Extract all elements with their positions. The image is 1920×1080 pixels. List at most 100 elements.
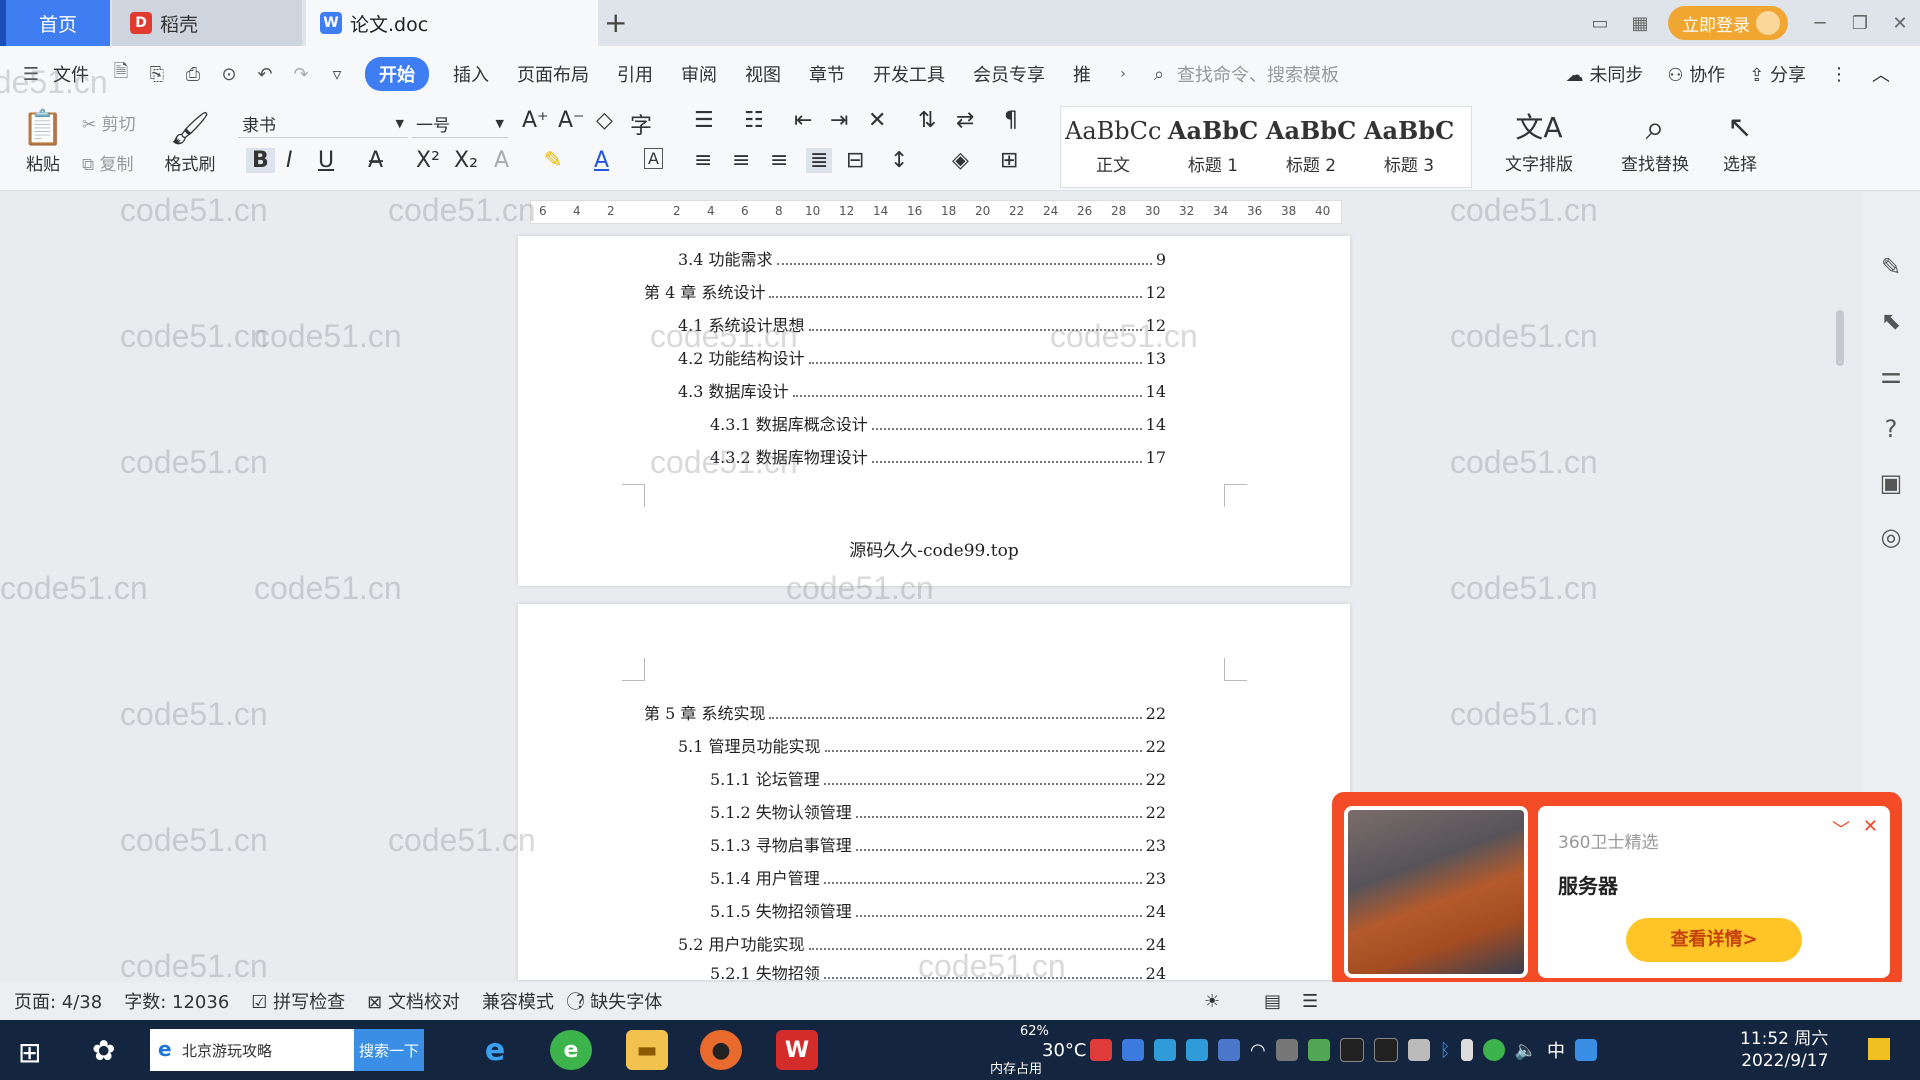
outline-view-icon[interactable]: ☰: [1302, 991, 1318, 1012]
tab-document[interactable]: W 论文.doc: [306, 0, 598, 46]
export-icon[interactable]: ⎘: [144, 61, 170, 87]
redo-icon[interactable]: ↷: [288, 61, 314, 87]
phonetic-guide-icon[interactable]: 字: [630, 108, 652, 140]
toc-entry[interactable]: 5.2 用户功能实现 24: [678, 931, 1166, 961]
file-explorer-icon[interactable]: ▬: [626, 1030, 668, 1070]
borders-icon[interactable]: ⊞: [1000, 148, 1018, 173]
app-360-icon[interactable]: ✿: [92, 1034, 115, 1067]
bluetooth-icon[interactable]: ᛒ: [1440, 1040, 1451, 1061]
volume-icon[interactable]: 🔈: [1515, 1040, 1537, 1061]
document-page[interactable]: 3.4 功能需求 9 第 4 章 系统设计 12 4.1 系统设计思想 12 4.2 …: [518, 236, 1350, 586]
format-painter-button[interactable]: 🖌 格式刷: [160, 106, 220, 175]
collaborate-button[interactable]: ⚇ 协作: [1667, 61, 1725, 87]
chevron-down-icon[interactable]: ﹀: [1832, 816, 1850, 842]
highlight-icon[interactable]: ✎: [544, 148, 562, 173]
show-marks-icon[interactable]: ¶: [1004, 108, 1018, 133]
spell-check-button[interactable]: ☑ 拼写检查: [251, 988, 345, 1014]
page-indicator[interactable]: 页面: 4/38: [14, 988, 102, 1014]
promo-image[interactable]: [1344, 806, 1528, 978]
promo-details-button[interactable]: 查看详情>: [1626, 918, 1802, 962]
minimize-icon[interactable]: ─: [1800, 0, 1840, 46]
menu-page-layout[interactable]: 页面布局: [503, 61, 603, 87]
style-heading-2[interactable]: AaBbC 标题 2: [1263, 111, 1359, 183]
tab-daoke[interactable]: D 稻壳: [112, 0, 302, 46]
toc-entry[interactable]: 5.2.1 失物招领 24: [710, 960, 1166, 980]
line-spacing-icon[interactable]: ↕: [890, 148, 908, 173]
copy-button[interactable]: ⧉ 复制: [82, 150, 134, 175]
toc-entry[interactable]: 4.3.2 数据库物理设计 17: [710, 444, 1166, 474]
tab-home[interactable]: 首页: [0, 0, 110, 46]
taskbar-search-button[interactable]: 搜索一下: [354, 1029, 424, 1071]
style-heading-1[interactable]: AaBbC 标题 1: [1165, 111, 1261, 183]
sync-status[interactable]: ☁ 未同步: [1566, 61, 1644, 87]
style-normal[interactable]: AaBbCcI 正文: [1065, 111, 1161, 183]
page-view-icon[interactable]: ▤: [1264, 991, 1281, 1012]
menu-file[interactable]: 文件: [49, 61, 103, 87]
toc-entry[interactable]: 4.2 功能结构设计 13: [678, 345, 1166, 375]
eye-protect-icon[interactable]: ☀: [1204, 991, 1220, 1012]
toc-entry[interactable]: 第 4 章 系统设计 12: [644, 279, 1166, 309]
menu-insert[interactable]: 插入: [439, 61, 503, 87]
tray-app-icon[interactable]: [1122, 1039, 1144, 1061]
hamburger-menu-icon[interactable]: ☰: [18, 61, 44, 87]
align-center-icon[interactable]: ≡: [732, 148, 750, 173]
share-button[interactable]: ⇪ 分享: [1749, 61, 1806, 87]
shrink-font-icon[interactable]: A⁻: [558, 108, 585, 133]
media-app-icon[interactable]: ●: [700, 1030, 742, 1070]
select-button[interactable]: ↖ 选择: [1710, 106, 1770, 175]
ime-indicator[interactable]: 中: [1547, 1037, 1565, 1063]
wps-icon[interactable]: W: [776, 1030, 818, 1070]
horizontal-ruler[interactable]: 6 4 2 2 4 6 8 10 12 14 16 18 20 22 24 26…: [0, 192, 1920, 230]
undo-icon[interactable]: ↶: [252, 61, 278, 87]
tray-app-icon[interactable]: [1574, 1039, 1597, 1061]
close-icon[interactable]: ✕: [1880, 0, 1920, 46]
shading-icon[interactable]: ◈: [952, 148, 969, 173]
wifi-icon[interactable]: ◠: [1250, 1040, 1266, 1061]
font-family-select[interactable]: 隶书 ▼: [238, 110, 408, 138]
text-direction-icon[interactable]: ⇄: [956, 108, 974, 133]
toc-entry[interactable]: 3.4 功能需求 9: [678, 246, 1166, 276]
360-browser-icon[interactable]: e: [550, 1030, 592, 1070]
notification-icon[interactable]: [1868, 1038, 1890, 1060]
bullet-list-icon[interactable]: ☰: [694, 108, 714, 133]
grow-font-icon[interactable]: A⁺: [522, 108, 549, 133]
char-border-icon[interactable]: A: [644, 148, 663, 169]
scrollbar-thumb[interactable]: [1836, 310, 1844, 366]
align-left-icon[interactable]: ≡: [694, 148, 712, 173]
qq-icon[interactable]: [1339, 1038, 1364, 1062]
text-effect-icon[interactable]: A: [494, 148, 509, 173]
text-layout-button[interactable]: 文A 文字排版: [1494, 106, 1584, 175]
document-page[interactable]: 第 5 章 系统实现 22 5.1 管理员功能实现 22 5.1.1 论坛管理 22 …: [518, 604, 1350, 980]
help-icon[interactable]: ?: [1862, 402, 1920, 456]
toc-entry[interactable]: 4.3 数据库设计 14: [678, 378, 1166, 408]
toc-entry[interactable]: 5.1.1 论坛管理 22: [710, 766, 1166, 796]
image-tool-icon[interactable]: ▣: [1862, 456, 1920, 510]
sliders-icon[interactable]: ⚌: [1862, 348, 1920, 402]
toc-entry[interactable]: 5.1.3 寻物启事管理 23: [710, 832, 1166, 862]
save-icon[interactable]: 🗎: [108, 61, 134, 87]
print-preview-icon[interactable]: ⊙: [216, 61, 242, 87]
toc-entry[interactable]: 4.1 系统设计思想 12: [678, 312, 1166, 342]
underline-icon[interactable]: U: [318, 148, 334, 173]
align-right-icon[interactable]: ≡: [770, 148, 788, 173]
tray-app-icon[interactable]: [1307, 1039, 1330, 1061]
word-count[interactable]: 字数: 12036: [124, 988, 229, 1014]
apps-grid-icon[interactable]: ▦: [1620, 0, 1660, 46]
menu-developer[interactable]: 开发工具: [859, 61, 959, 87]
tray-app-icon[interactable]: [1154, 1039, 1176, 1061]
sort-icon[interactable]: ⇅: [918, 108, 936, 133]
chevron-right-icon[interactable]: ›: [1110, 61, 1136, 87]
taskbar-search-box[interactable]: e 北京游玩攻略 搜索一下: [150, 1029, 424, 1071]
toc-entry[interactable]: 5.1.4 用户管理 23: [710, 865, 1166, 895]
weather-widget[interactable]: 62% 30°C 内存占用: [990, 1020, 1086, 1080]
increase-indent-icon[interactable]: ⇥: [830, 108, 848, 133]
missing-font-button[interactable]: ?⃝ 缺失字体: [576, 988, 662, 1014]
chinese-layout-icon[interactable]: ✕: [868, 108, 886, 133]
customize-dropdown-icon[interactable]: ▿: [324, 61, 350, 87]
find-replace-button[interactable]: ⌕ 查找替换: [1610, 106, 1700, 175]
battery-icon[interactable]: [1407, 1039, 1430, 1061]
more-options-icon[interactable]: ⋮: [1830, 64, 1848, 85]
menu-start[interactable]: 开始: [365, 57, 429, 91]
menu-review[interactable]: 审阅: [667, 61, 731, 87]
decrease-indent-icon[interactable]: ⇤: [794, 108, 812, 133]
